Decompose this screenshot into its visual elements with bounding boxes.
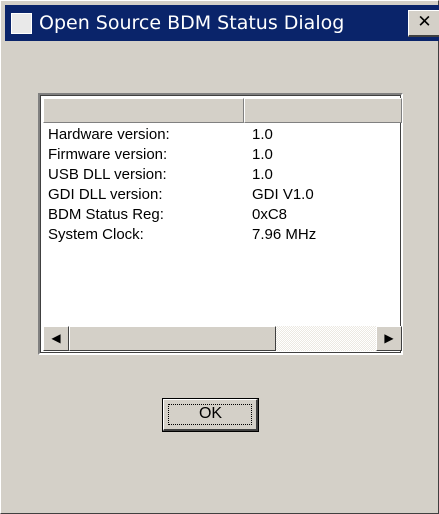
close-button[interactable]: ✕ xyxy=(408,10,439,37)
list-item[interactable]: System Clock: 7.96 MHz xyxy=(48,225,398,245)
item-value: 1.0 xyxy=(252,166,273,183)
status-list-view[interactable]: Hardware version: 1.0 Firmware version: … xyxy=(38,93,403,355)
item-label: USB DLL version: xyxy=(48,166,167,183)
column-header-name[interactable] xyxy=(43,98,244,123)
ok-button-label: OK xyxy=(198,405,223,422)
list-item[interactable]: Hardware version: 1.0 xyxy=(48,125,398,145)
window-title: Open Source BDM Status Dialog xyxy=(39,12,345,34)
arrow-right-icon: ▶ xyxy=(384,331,394,345)
status-dialog-window: Open Source BDM Status Dialog ✕ Hardware… xyxy=(0,0,439,514)
list-item[interactable]: USB DLL version: 1.0 xyxy=(48,165,398,185)
item-label: BDM Status Reg: xyxy=(48,206,164,223)
ok-button[interactable]: OK xyxy=(162,398,259,432)
scroll-left-button[interactable]: ◀ xyxy=(43,326,69,351)
item-value: 1.0 xyxy=(252,146,273,163)
list-rows: Hardware version: 1.0 Firmware version: … xyxy=(48,125,398,325)
title-bar[interactable]: Open Source BDM Status Dialog ✕ xyxy=(5,5,439,41)
scrollbar-thumb[interactable] xyxy=(69,326,276,351)
arrow-left-icon: ◀ xyxy=(51,331,61,345)
column-header-value[interactable] xyxy=(244,98,402,123)
close-icon: ✕ xyxy=(417,12,432,32)
item-label: GDI DLL version: xyxy=(48,186,163,203)
list-item[interactable]: BDM Status Reg: 0xC8 xyxy=(48,205,398,225)
scroll-right-button[interactable]: ▶ xyxy=(376,326,402,351)
item-label: Hardware version: xyxy=(48,126,170,143)
item-value: 1.0 xyxy=(252,126,273,143)
list-item[interactable]: Firmware version: 1.0 xyxy=(48,145,398,165)
horizontal-scrollbar[interactable]: ◀ ▶ xyxy=(43,326,402,351)
item-value: GDI V1.0 xyxy=(252,186,314,203)
item-label: Firmware version: xyxy=(48,146,168,163)
app-icon xyxy=(11,13,32,34)
item-value: 0xC8 xyxy=(252,206,288,223)
list-item[interactable]: GDI DLL version: GDI V1.0 xyxy=(48,185,398,205)
item-label: System Clock: xyxy=(48,226,144,243)
list-header xyxy=(43,98,402,123)
item-value: 7.96 MHz xyxy=(252,226,317,243)
